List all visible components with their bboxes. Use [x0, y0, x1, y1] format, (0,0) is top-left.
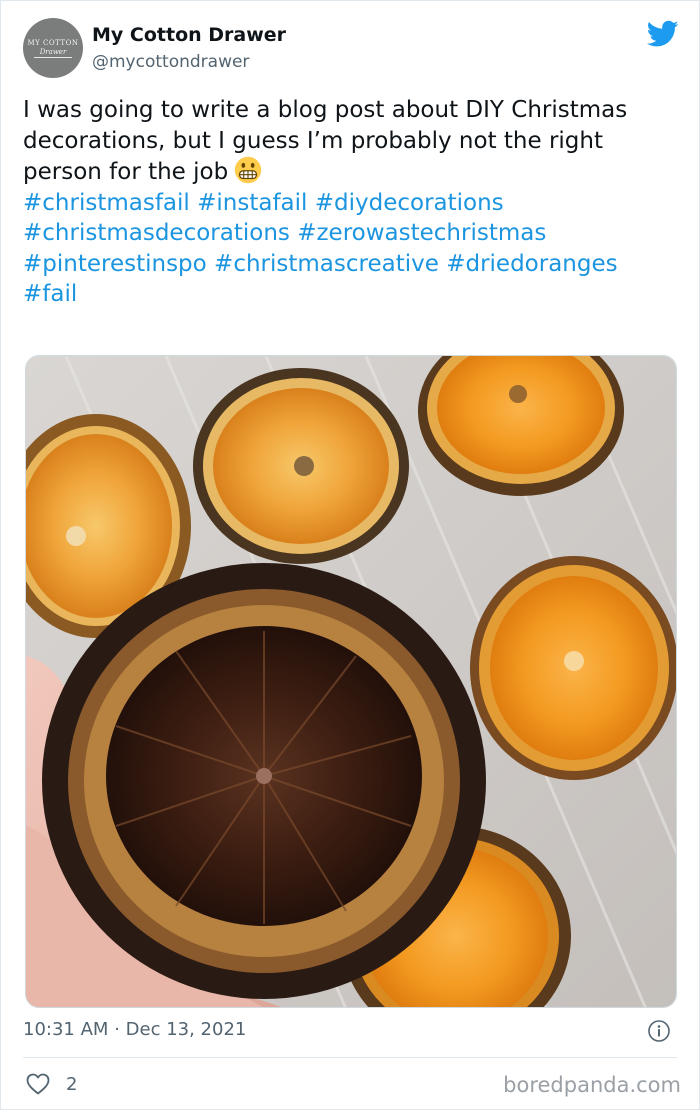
- tweet-header: MY COTTON Drawer My Cotton Drawer @mycot…: [23, 18, 683, 80]
- heart-icon: [26, 1073, 50, 1095]
- like-count: 2: [66, 1073, 78, 1095]
- avatar[interactable]: MY COTTON Drawer: [23, 18, 83, 78]
- hashtag-link[interactable]: #christmascreative: [214, 251, 439, 277]
- tweet-body: I was going to write a blog post about D…: [23, 95, 673, 310]
- timestamp-separator: ·: [114, 1019, 120, 1040]
- divider: [23, 1057, 677, 1058]
- hashtag-link[interactable]: #christmasdecorations: [23, 220, 290, 246]
- twitter-bird-icon[interactable]: [647, 20, 679, 48]
- hashtag-link[interactable]: #christmasfail: [23, 190, 190, 216]
- tweet-card: MY COTTON Drawer My Cotton Drawer @mycot…: [0, 0, 700, 1110]
- hashtag-link[interactable]: #zerowastechristmas: [297, 220, 546, 246]
- display-name[interactable]: My Cotton Drawer: [92, 24, 286, 46]
- like-button[interactable]: 2: [26, 1073, 77, 1095]
- hashtag-list: #christmasfail #instafail #diydecoration…: [23, 188, 673, 310]
- tweet-text: I was going to write a blog post about D…: [23, 97, 628, 185]
- watermark: boredpanda.com: [503, 1073, 681, 1097]
- tweet-time: 10:31 AM: [23, 1019, 109, 1040]
- hashtag-link[interactable]: #driedoranges: [446, 251, 617, 277]
- avatar-logo-bottom: Drawer: [33, 48, 73, 58]
- hashtag-link[interactable]: #fail: [23, 281, 77, 307]
- tweet-date: Dec 13, 2021: [125, 1019, 247, 1040]
- avatar-logo-top: MY COTTON: [27, 38, 79, 47]
- dried-oranges-photo: [26, 356, 676, 1007]
- hashtag-link[interactable]: #pinterestinspo: [23, 251, 207, 277]
- info-icon[interactable]: [647, 1019, 671, 1043]
- user-handle[interactable]: @mycottondrawer: [92, 52, 249, 72]
- tweet-text-paragraph: I was going to write a blog post about D…: [23, 95, 673, 188]
- tweet-photo[interactable]: [25, 355, 677, 1008]
- hashtag-link[interactable]: #diydecorations: [315, 190, 504, 216]
- tweet-timestamp[interactable]: 10:31 AM · Dec 13, 2021: [23, 1019, 246, 1040]
- hashtag-link[interactable]: #instafail: [197, 190, 307, 216]
- grimacing-face-emoji-icon: [234, 156, 262, 184]
